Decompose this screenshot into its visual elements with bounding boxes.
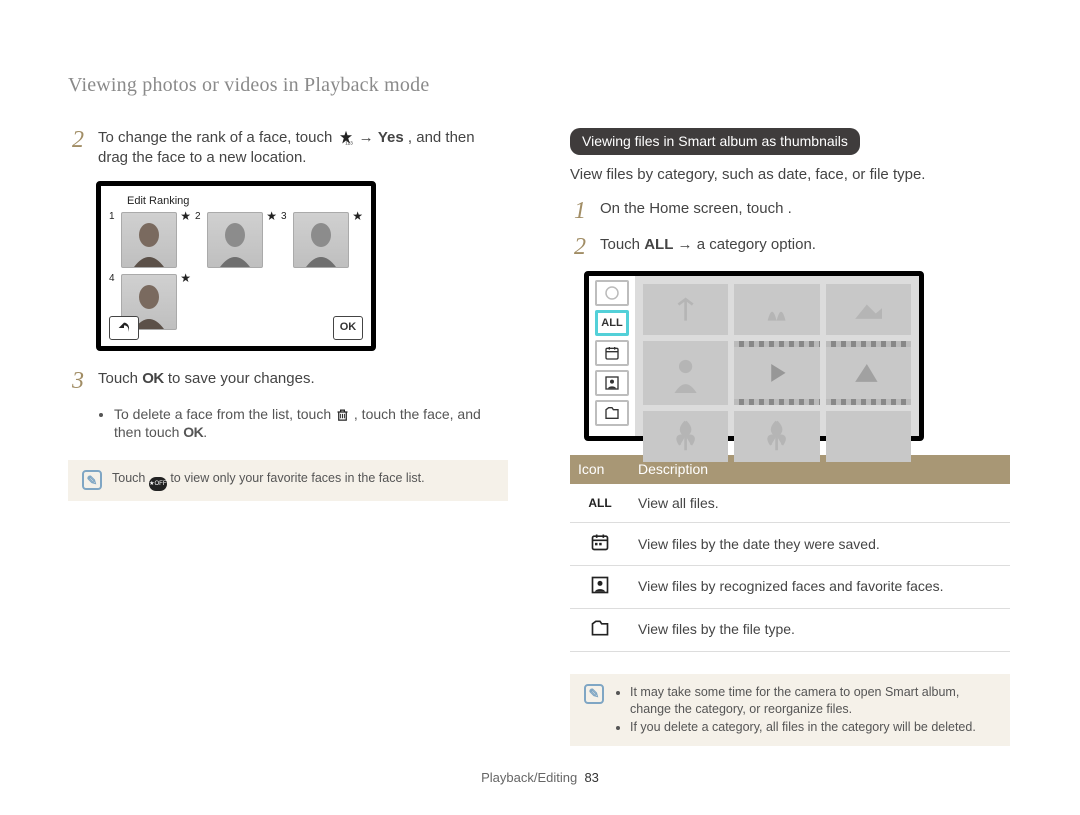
left-column: 2 To change the rank of a face, touch 12… xyxy=(68,128,508,501)
delete-face-1: To delete a face from the list, touch xyxy=(114,406,335,422)
edit-ranking-screen: Edit Ranking 1 ★ 2 ★ 3 ★ 4 ★ xyxy=(96,181,376,351)
face-cell-3[interactable]: 3 ★ xyxy=(283,212,361,268)
star-icon: ★ xyxy=(180,270,191,286)
star-icon: ★ xyxy=(352,208,363,224)
step-1-number: 1 xyxy=(570,199,590,223)
arrow-right-icon: → xyxy=(678,236,697,253)
table-row: View files by the date they were saved. xyxy=(570,523,1010,566)
trash-icon xyxy=(335,407,350,422)
table-cell-desc: View files by recognized faces and favor… xyxy=(630,565,1010,608)
smart-album-screen: ALL xyxy=(584,271,924,441)
note-smart-album: ✎ It may take some time for the camera t… xyxy=(570,674,1010,747)
face-grid: 1 ★ 2 ★ 3 ★ 4 ★ xyxy=(109,212,363,330)
sidebar-item-all[interactable]: ALL xyxy=(595,310,629,336)
right-column: Viewing files in Smart album as thumbnai… xyxy=(570,128,1010,746)
step-3: 3 Touch OK to save your changes. xyxy=(68,369,508,393)
sidebar-item-face[interactable] xyxy=(595,370,629,396)
step-3-pre: Touch xyxy=(98,370,142,387)
step-2-post: a category option. xyxy=(697,236,816,253)
face-frame-icon xyxy=(589,574,611,596)
sidebar-item-date[interactable] xyxy=(595,340,629,366)
table-cell-desc: View files by the file type. xyxy=(630,608,1010,651)
step-2-body: To change the rank of a face, touch 123 … xyxy=(98,128,508,169)
edit-ranking-title: Edit Ranking xyxy=(127,194,363,209)
table-cell-desc: View files by the date they were saved. xyxy=(630,523,1010,566)
step-1-body: On the Home screen, touch . xyxy=(600,199,1010,223)
step-2-yes: Yes xyxy=(378,129,404,146)
step-2-all: ALL xyxy=(644,236,673,253)
face-thumbnail xyxy=(121,212,177,268)
table-header-icon: Icon xyxy=(570,455,630,484)
step-1: 1 On the Home screen, touch . xyxy=(570,199,1010,223)
star-off-icon: ★OFF xyxy=(149,477,167,491)
note-item-1: It may take some time for the camera to … xyxy=(630,684,996,719)
right-step-2-number: 2 xyxy=(570,235,590,259)
face-rank-1: 1 xyxy=(109,210,115,224)
footer: Playback/Editing 83 xyxy=(0,769,1080,787)
step-3-body: Touch OK to save your changes. xyxy=(98,369,508,393)
note-icon: ✎ xyxy=(82,470,102,490)
thumbnail[interactable] xyxy=(826,284,911,335)
face-rank-4: 4 xyxy=(109,272,115,286)
all-icon: ALL xyxy=(589,492,611,514)
thumbnail[interactable] xyxy=(734,411,819,462)
thumbnail[interactable] xyxy=(643,411,728,462)
ok-glyph-icon: OK xyxy=(183,424,203,440)
note-text: Touch ★OFF to view only your favorite fa… xyxy=(112,470,425,491)
face-rank-2: 2 xyxy=(195,210,201,224)
arrow-right-icon: → xyxy=(359,129,378,146)
section-description: View files by category, such as date, fa… xyxy=(570,165,1010,185)
thumbnail[interactable] xyxy=(734,284,819,335)
note-pre: Touch xyxy=(112,471,149,485)
step-2: 2 To change the rank of a face, touch 12… xyxy=(68,128,508,169)
table-row: View files by the file type. xyxy=(570,608,1010,651)
sidebar-item-filetype[interactable] xyxy=(595,400,629,426)
star-123-icon: 123 xyxy=(337,130,355,145)
note-post: to view only your favorite faces in the … xyxy=(170,471,424,485)
album-thumbnails xyxy=(635,276,919,436)
table-cell-desc: View all files. xyxy=(630,484,1010,523)
svg-text:123: 123 xyxy=(345,140,353,145)
section-heading: Viewing files in Smart album as thumbnai… xyxy=(570,128,860,155)
sidebar-item-generic[interactable] xyxy=(595,280,629,306)
table-row: ALL View all files. xyxy=(570,484,1010,523)
video-thumbnail[interactable] xyxy=(734,341,819,404)
ok-glyph-icon: OK xyxy=(142,370,164,387)
thumbnail[interactable] xyxy=(826,411,911,462)
step-3-number: 3 xyxy=(68,369,88,393)
right-step-2: 2 Touch ALL → a category option. xyxy=(570,235,1010,259)
face-cell-2[interactable]: 2 ★ xyxy=(197,212,275,268)
face-thumbnail xyxy=(293,212,349,268)
thumbnail[interactable] xyxy=(643,341,728,404)
delete-face-bullet: To delete a face from the list, touch , … xyxy=(100,405,508,443)
face-thumbnail xyxy=(207,212,263,268)
step-3-post: to save your changes. xyxy=(168,370,315,387)
calendar-icon xyxy=(589,531,611,553)
step-2-pre: Touch xyxy=(600,236,644,253)
delete-face-text: To delete a face from the list, touch , … xyxy=(114,405,508,443)
back-button[interactable] xyxy=(109,316,139,340)
footer-section: Playback/Editing xyxy=(481,770,577,785)
folder-icon xyxy=(589,617,611,639)
note-icon: ✎ xyxy=(584,684,604,704)
note-list: It may take some time for the camera to … xyxy=(614,684,996,737)
right-step-2-body: Touch ALL → a category option. xyxy=(600,235,1010,259)
table-row: View files by recognized faces and favor… xyxy=(570,565,1010,608)
face-cell-1[interactable]: 1 ★ xyxy=(111,212,189,268)
note-item-2: If you delete a category, all files in t… xyxy=(630,719,996,737)
star-icon: ★ xyxy=(266,208,277,224)
face-rank-3: 3 xyxy=(281,210,287,224)
album-sidebar: ALL xyxy=(589,276,635,436)
page-title: Viewing photos or videos in Playback mod… xyxy=(68,72,429,99)
star-icon: ★ xyxy=(180,208,191,224)
icon-description-table: Icon Description ALL View all files. Vie… xyxy=(570,455,1010,652)
page-number: 83 xyxy=(584,770,598,785)
note-favorite-faces: ✎ Touch ★OFF to view only your favorite … xyxy=(68,460,508,501)
step-2-pre: To change the rank of a face, touch xyxy=(98,129,337,146)
video-thumbnail[interactable] xyxy=(826,341,911,404)
step-2-number: 2 xyxy=(68,128,88,169)
thumbnail[interactable] xyxy=(643,284,728,335)
ok-button[interactable]: OK xyxy=(333,316,363,340)
